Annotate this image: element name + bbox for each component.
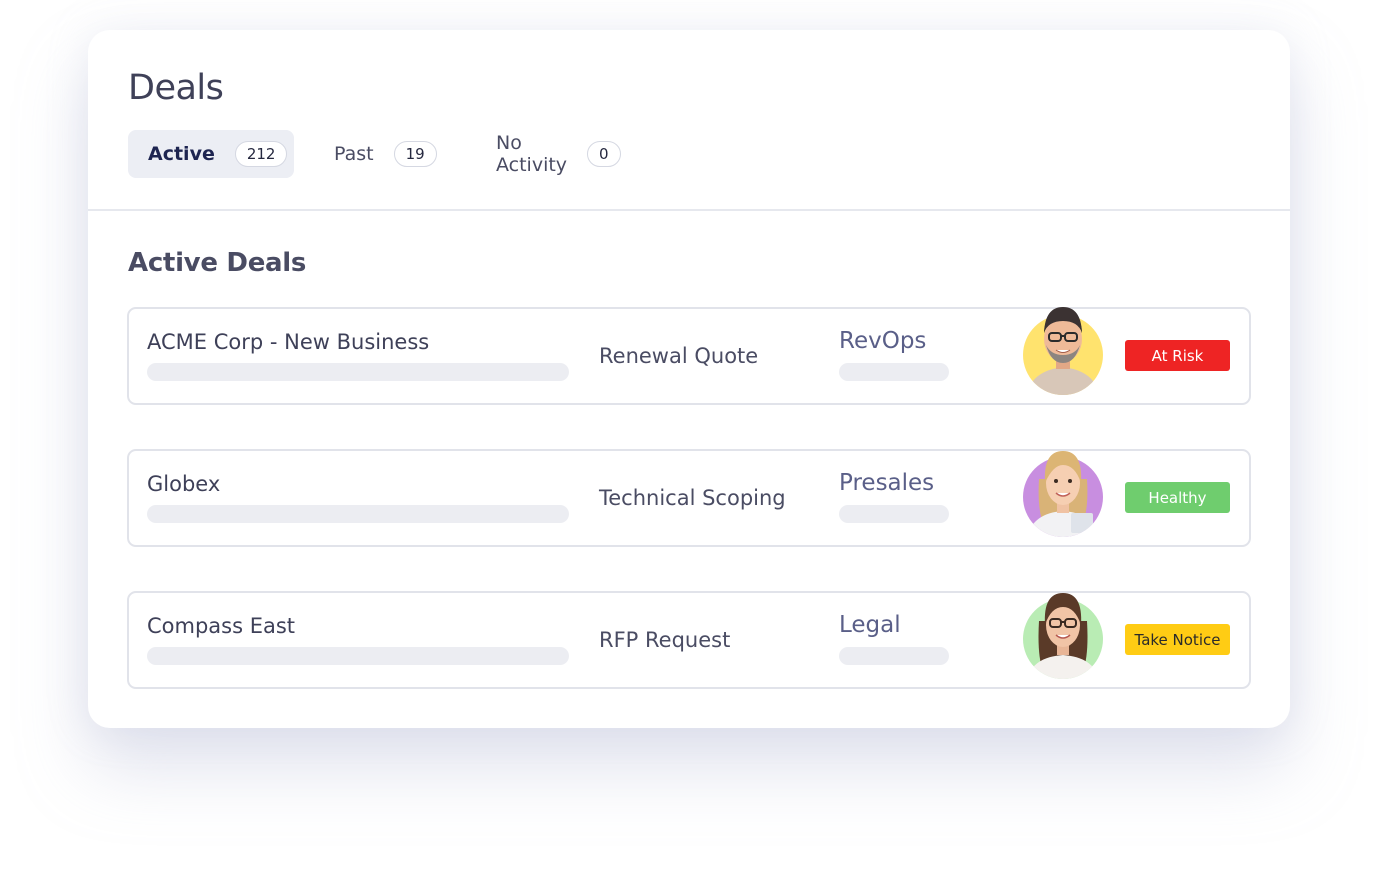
tab-past[interactable]: Past 19 [334, 130, 437, 178]
avatar-woman-glasses[interactable] [1023, 593, 1103, 679]
deal-name-placeholder-bar [147, 647, 569, 665]
deals-card: Deals Active 212 Past 19 No Activity 0 A… [88, 30, 1290, 728]
avatar-woman-glasses-icon [1023, 593, 1103, 679]
header-divider [88, 209, 1290, 211]
deal-row-acme[interactable]: ACME Corp - New Business Renewal Quote R… [127, 307, 1251, 405]
tab-no-activity-count: 0 [587, 141, 621, 167]
tab-past-label: Past [334, 143, 374, 165]
avatar-woman-blonde-icon [1023, 451, 1103, 537]
deal-stage: Technical Scoping [599, 486, 786, 510]
avatar-man-glasses-icon [1023, 307, 1103, 395]
deal-name-placeholder-bar [147, 363, 569, 381]
page-title: Deals [128, 68, 224, 108]
avatar-man-glasses[interactable] [1023, 307, 1103, 395]
tab-no-activity[interactable]: No Activity 0 [496, 130, 621, 178]
deal-name: ACME Corp - New Business [147, 330, 430, 354]
deal-row-globex[interactable]: Globex Technical Scoping Presales Health… [127, 449, 1251, 547]
tab-active[interactable]: Active 212 [128, 130, 294, 178]
tab-past-count: 19 [393, 141, 437, 167]
deal-team-placeholder-bar [839, 647, 949, 665]
avatar-woman-blonde[interactable] [1023, 451, 1103, 537]
deal-row-compass-east[interactable]: Compass East RFP Request Legal Take Noti… [127, 591, 1251, 689]
section-title: Active Deals [128, 248, 307, 278]
deal-team: Legal [839, 612, 901, 638]
deal-team: RevOps [839, 328, 927, 354]
deal-stage: Renewal Quote [599, 344, 759, 368]
status-badge: Healthy [1125, 482, 1230, 513]
page-stage: Deals Active 212 Past 19 No Activity 0 A… [0, 0, 1378, 874]
deal-name: Compass East [147, 614, 296, 638]
status-badge: Take Notice [1125, 624, 1230, 655]
deal-name: Globex [147, 472, 221, 496]
tab-active-label: Active [148, 143, 215, 165]
deal-team: Presales [839, 470, 935, 496]
deal-team-placeholder-bar [839, 505, 949, 523]
status-badge: At Risk [1125, 340, 1230, 371]
deal-team-placeholder-bar [839, 363, 949, 381]
tab-active-count: 212 [234, 141, 288, 167]
deal-name-placeholder-bar [147, 505, 569, 523]
tab-no-activity-label: No Activity [496, 132, 568, 176]
deal-stage: RFP Request [599, 628, 731, 652]
